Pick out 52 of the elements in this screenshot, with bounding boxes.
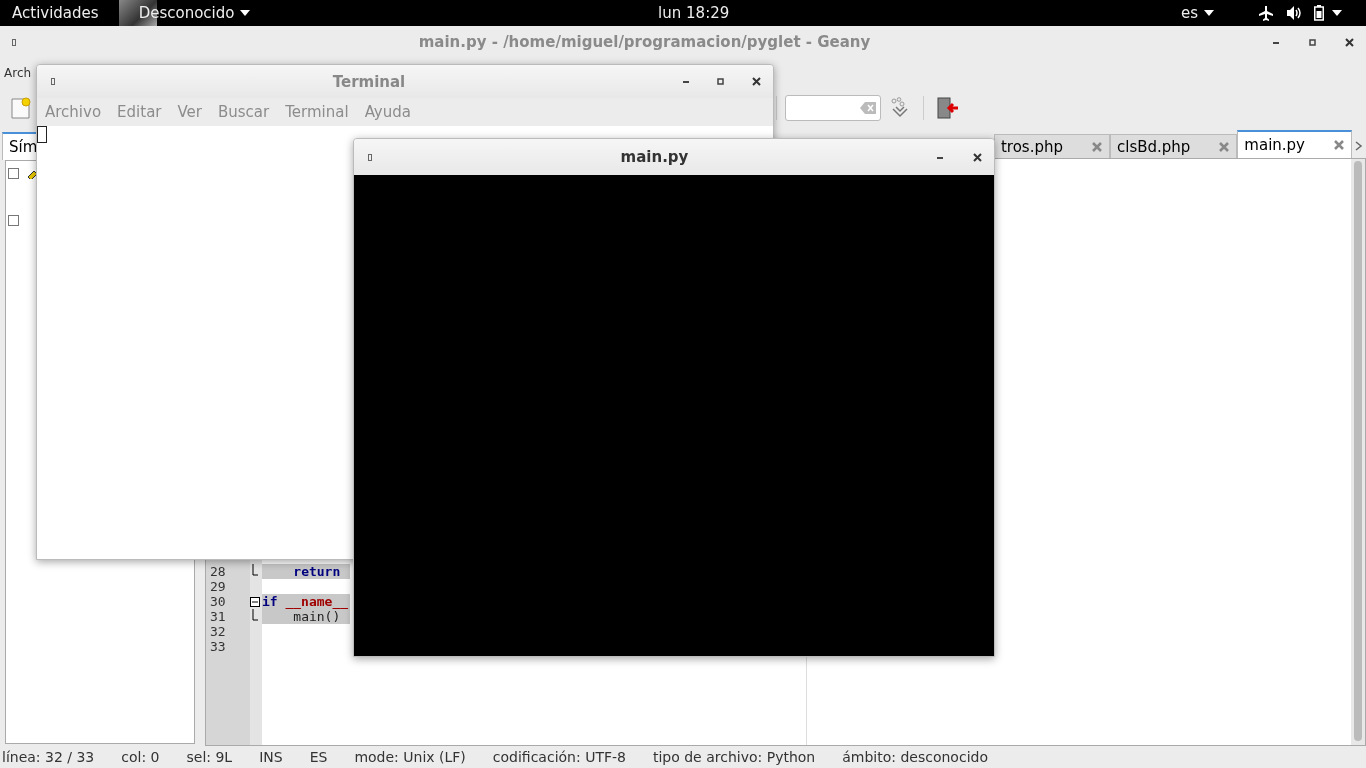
window-title: main.py - /home/miguel/programacion/pyglet - Geany [417,33,872,51]
scrollbar[interactable] [1351,159,1365,745]
fold-end-icon [250,564,258,579]
status-item: ámbito: desconocido [842,749,988,765]
status-item: codificación: UTF-8 [492,749,626,765]
window-menu-icon[interactable] [12,38,16,46]
language-menu[interactable]: es [1180,4,1198,22]
line-number: 30 [210,594,227,609]
maximize-icon[interactable] [717,78,724,85]
status-item: ES [309,749,328,765]
status-item: mode: Unix (LF) [354,749,466,765]
caret-icon [1204,10,1214,16]
status-item: tipo de archivo: Python [652,749,816,765]
caret-icon [240,10,251,16]
menu-item[interactable]: Arch [4,66,32,80]
status-item: INS [259,749,283,765]
status-item: línea: 32 / 33 [2,749,95,765]
jump-icon[interactable] [889,97,911,119]
search-field[interactable] [785,95,881,121]
battery-icon [1314,5,1324,21]
line-number: 33 [210,639,227,654]
collapse-icon[interactable] [8,167,19,179]
volume-icon [1286,5,1302,21]
clock[interactable]: lun 18:29 [658,4,730,22]
minimize-icon[interactable] [683,80,689,83]
caret-icon [1332,10,1342,16]
fold-end-icon [250,609,258,624]
fold-marker-icon[interactable] [250,597,260,607]
activities-button[interactable]: Actividades [12,4,99,22]
status-item: sel: 9L [186,749,233,765]
line-number: 31 [210,609,227,624]
text-cursor [37,126,47,143]
file-tab[interactable]: clsBd.php [1110,134,1238,158]
close-icon[interactable] [973,152,982,162]
collapse-icon[interactable] [8,215,19,226]
airplane-icon [1258,5,1274,21]
file-tab[interactable]: tros.php [993,134,1110,158]
app-menu[interactable]: Desconocido [138,4,235,22]
status-item: col: 0 [121,749,160,765]
close-icon[interactable] [1345,37,1354,47]
window-menu-icon[interactable] [368,153,372,161]
window-menu-icon[interactable] [51,78,55,85]
minimize-icon[interactable] [1273,40,1279,44]
file-tab[interactable]: main.py [1237,130,1352,158]
window-title: main.py [619,148,690,166]
line-number: 32 [210,624,227,639]
line-number: 28 [210,564,227,579]
line-number: 29 [210,579,227,594]
close-icon[interactable] [752,77,761,86]
maximize-icon[interactable] [1309,38,1316,46]
quit-icon[interactable] [936,96,960,120]
window-title: Terminal [331,72,407,91]
